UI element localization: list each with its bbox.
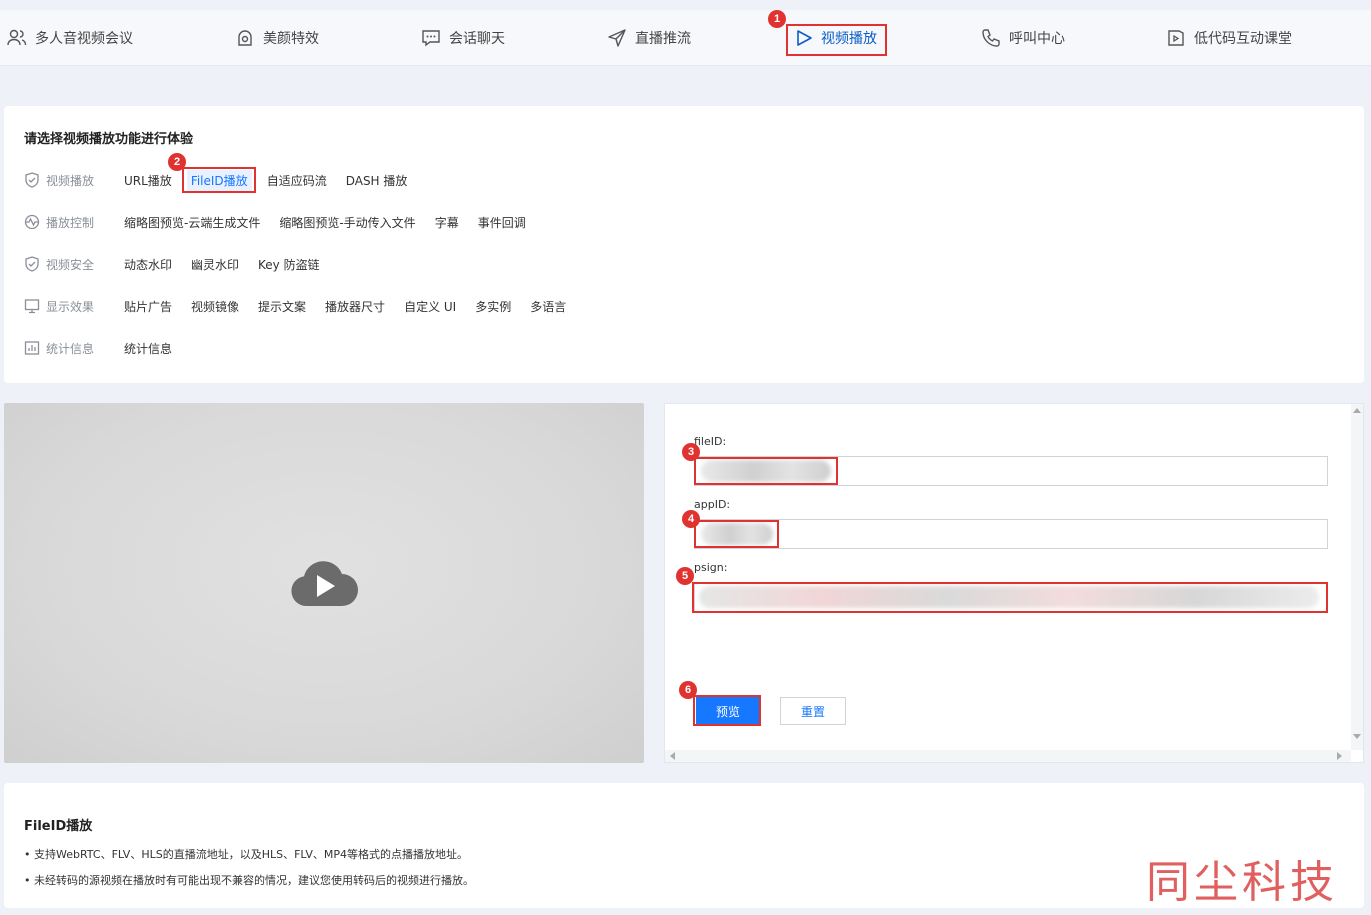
option-mirror[interactable]: 视频镜像 [191,298,239,315]
nav-label: 低代码互动课堂 [1194,31,1292,47]
row-label-text: 视频播放 [46,173,95,188]
info-title: FileID播放 [24,819,93,834]
option-dash-play[interactable]: DASH 播放 [346,172,408,189]
option-multi-language[interactable]: 多语言 [530,298,566,315]
monitor-icon [24,299,40,314]
row-label: 视频安全 [24,256,124,273]
annotation-badge-2: 2 [168,153,186,171]
nav-label: 直播推流 [635,31,691,47]
video-player[interactable] [4,403,644,763]
annotation-badge-4: 4 [682,510,700,528]
vertical-scrollbar[interactable] [1351,404,1363,750]
row-label: 播放控制 [24,214,124,231]
feature-row-control: 播放控制 缩略图预览-云端生成文件 缩略图预览-手动传入文件 字幕 事件回调 [24,212,545,232]
appid-input[interactable] [694,519,1328,549]
annotation-box-2 [182,167,256,193]
nav-label: 呼叫中心 [1009,31,1065,47]
nav-label: 美颜特效 [263,31,319,47]
feature-row-display: 显示效果 贴片广告 视频镜像 提示文案 播放器尺寸 自定义 UI 多实例 多语言 [24,296,585,316]
option-ghost-watermark[interactable]: 幽灵水印 [191,256,239,273]
beauty-icon [238,30,252,46]
row-label: 统计信息 [24,340,124,357]
annotation-badge-6: 6 [679,681,697,699]
top-nav: 多人音视频会议 美颜特效 会话聊天 直播推流 视频播放 呼叫中心 低代码互动课堂 [0,10,1371,66]
book-icon [1168,30,1184,46]
nav-item-chat[interactable]: 会话聊天 [421,10,505,66]
psign-label: psign: [694,561,728,574]
pulse-icon [24,214,40,230]
horizontal-scrollbar[interactable] [665,750,1351,762]
nav-item-live-push[interactable]: 直播推流 [607,10,691,66]
option-ad-patch[interactable]: 贴片广告 [124,298,172,315]
annotation-badge-3: 3 [682,443,700,461]
nav-label: 多人音视频会议 [35,31,133,47]
nav-item-call-center[interactable]: 呼叫中心 [981,10,1065,66]
row-label-text: 显示效果 [46,299,95,314]
option-player-size[interactable]: 播放器尺寸 [325,298,385,315]
bar-chart-icon [24,341,40,355]
feature-row-security: 视频安全 动态水印 幽灵水印 Key 防盗链 [24,254,339,274]
nav-item-classroom[interactable]: 低代码互动课堂 [1166,10,1292,66]
row-label-text: 播放控制 [46,215,95,230]
annotation-box-3 [694,457,838,485]
option-thumbnail-cloud[interactable]: 缩略图预览-云端生成文件 [124,214,260,231]
annotation-box-5 [692,582,1328,613]
feature-panel: 请选择视频播放功能进行体验 视频播放 URL播放 FileID播放 自适应码流 … [4,106,1364,383]
nav-item-meeting[interactable]: 多人音视频会议 [7,10,133,66]
info-line: • 未经转码的源视频在播放时有可能出现不兼容的情况，建议您使用转码后的视频进行播… [24,874,474,887]
phone-icon [982,29,1000,47]
chat-icon [422,30,440,47]
annotation-box-1 [786,24,887,56]
nav-item-beauty[interactable]: 美颜特效 [235,10,319,66]
fileid-label: fileID: [694,435,727,448]
users-icon [7,29,27,46]
row-label-text: 视频安全 [46,257,95,272]
send-icon [608,29,626,47]
row-label-text: 统计信息 [46,341,95,356]
option-url-play[interactable]: URL播放 [124,172,172,189]
option-statistics[interactable]: 统计信息 [124,340,172,357]
shield-check-icon [25,172,39,188]
option-thumbnail-manual[interactable]: 缩略图预览-手动传入文件 [279,214,415,231]
shield-check-icon [25,256,39,272]
scroll-up-icon[interactable] [1353,408,1361,413]
option-multi-instance[interactable]: 多实例 [475,298,511,315]
annotation-badge-5: 5 [676,567,694,585]
row-label: 视频播放 [24,172,124,189]
option-dynamic-watermark[interactable]: 动态水印 [124,256,172,273]
feature-row-stats: 统计信息 统计信息 [24,338,191,358]
scroll-left-icon[interactable] [670,752,675,760]
option-key-hotlink[interactable]: Key 防盗链 [258,256,320,273]
row-label: 显示效果 [24,298,124,315]
appid-label: appID: [694,498,731,511]
option-subtitle[interactable]: 字幕 [435,214,459,231]
reset-button[interactable]: 重置 [780,697,846,725]
option-hint-text[interactable]: 提示文案 [258,298,306,315]
annotation-box-6 [693,695,761,726]
option-adaptive-bitrate[interactable]: 自适应码流 [267,172,327,189]
info-line: • 支持WebRTC、FLV、HLS的直播流地址，以及HLS、FLV、MP4等格… [24,848,468,861]
annotation-box-4 [694,520,779,548]
nav-label: 会话聊天 [449,31,505,47]
option-event-callback[interactable]: 事件回调 [478,214,526,231]
feature-panel-title: 请选择视频播放功能进行体验 [24,132,194,147]
cloud-play-icon[interactable] [290,558,358,608]
watermark-text: 同尘科技 [1146,857,1338,908]
scroll-right-icon[interactable] [1337,752,1342,760]
scroll-down-icon[interactable] [1353,734,1361,739]
option-custom-ui[interactable]: 自定义 UI [404,298,456,315]
annotation-badge-1: 1 [768,10,786,28]
